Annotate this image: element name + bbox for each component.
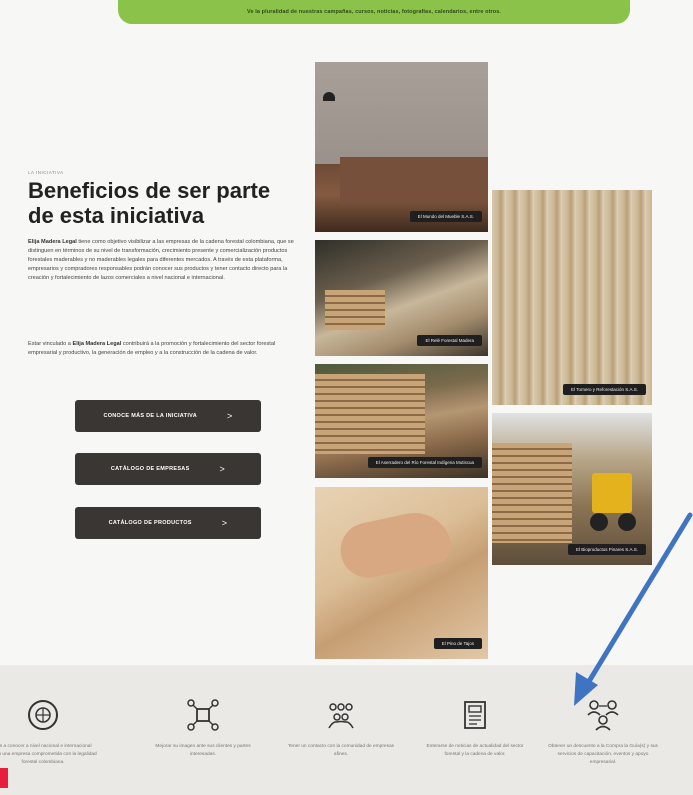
chevron-right-icon: > <box>219 464 226 474</box>
top-banner: Ve la pluralidad de nuestras campañas, c… <box>118 0 630 24</box>
benefit-text: Tener un contacto con la comunidad de em… <box>287 744 395 757</box>
benefit-text: Obtener un descuento a la Compra la Guía… <box>548 744 658 765</box>
benefit-item: Obtener un descuento a la Compra la Guía… <box>548 695 658 767</box>
wood-board-hand-photo[interactable]: El Pino de Tajos <box>315 487 488 659</box>
benefit-item: Las a conocer a nivel nacional e interna… <box>0 695 98 767</box>
conoce-iniciativa-button[interactable]: CONOCE MÁS DE LA INICIATIVA > <box>75 400 261 432</box>
red-edge-marker <box>0 768 8 788</box>
timber-shape <box>325 290 385 330</box>
photo-caption: El Mundo del Mueble S.A.S. <box>409 211 482 222</box>
section-title: Beneficios de ser parte de esta iniciati… <box>28 178 271 228</box>
benefits-strip: Las a conocer a nivel nacional e interna… <box>0 665 693 795</box>
photo-caption: El Bioproductos Pinares S.A.S. <box>567 544 646 555</box>
button-label: CATÁLOGO DE PRODUCTOS <box>108 520 192 526</box>
chevron-right-icon: > <box>227 411 233 421</box>
secondary-paragraph: Estar vinculado a Elija Madera Legal con… <box>28 340 300 358</box>
community-icon <box>321 695 361 735</box>
lumber-loader-photo[interactable]: El Bioproductos Pinares S.A.S. <box>492 413 652 565</box>
newspaper-icon <box>455 695 495 735</box>
wood-rings-photo[interactable]: El Tornero y Reforestación S.A.S. <box>492 190 652 405</box>
photo-caption: El Relé Forestal Madera <box>417 335 482 346</box>
logs-shape <box>315 374 425 454</box>
intro-text: tiene como objetivo visibilizar a las em… <box>28 239 294 281</box>
sideboard-shape <box>340 157 488 202</box>
lumber-stack-shape <box>492 443 572 543</box>
wheel-shape <box>618 513 636 531</box>
people-exchange-icon <box>583 695 623 735</box>
secondary-pre: Estar vinculado a <box>28 341 73 347</box>
benefit-text: Enterarse de noticias de actualidad del … <box>426 744 524 757</box>
photo-caption: El Tornero y Reforestación S.A.S. <box>563 384 646 395</box>
chevron-right-icon: > <box>221 518 228 528</box>
sawmill-photo[interactable]: El Relé Forestal Madera <box>315 240 488 356</box>
living-room-photo[interactable]: El Mundo del Mueble S.A.S. <box>315 62 488 232</box>
network-icon <box>183 695 223 735</box>
brand-name: Elija Madera Legal <box>28 239 77 245</box>
globe-chat-icon <box>23 695 63 735</box>
hand-shape <box>335 506 455 583</box>
catalogo-productos-button[interactable]: CATÁLOGO DE PRODUCTOS > <box>75 507 261 539</box>
wheel-shape <box>590 513 608 531</box>
photo-caption: El Aserradero del Río Forestal Indígena … <box>367 457 482 468</box>
loader-shape <box>592 473 632 513</box>
button-label: CATÁLOGO DE EMPRESAS <box>110 466 190 472</box>
catalogo-empresas-button[interactable]: CATÁLOGO DE EMPRESAS > <box>75 453 261 485</box>
benefit-text: Mejorar su imagen ante sus clientes y pa… <box>155 744 251 757</box>
benefit-item: Enterarse de noticias de actualidad del … <box>420 695 530 759</box>
section-eyebrow: LA INICIATIVA <box>28 170 64 175</box>
button-label: CONOCE MÁS DE LA INICIATIVA <box>103 413 197 419</box>
banner-text: Ve la pluralidad de nuestras campañas, c… <box>246 9 502 15</box>
lamp-shape <box>323 92 335 101</box>
intro-paragraph: Elija Madera Legal tiene como objetivo v… <box>28 238 300 283</box>
logs-worker-photo[interactable]: El Aserradero del Río Forestal Indígena … <box>315 364 488 478</box>
brand-name: Elija Madera Legal <box>72 341 122 347</box>
photo-caption: El Pino de Tajos <box>433 638 482 649</box>
benefit-text: Las a conocer a nivel nacional e interna… <box>0 744 97 765</box>
benefit-item: Tener un contacto con la comunidad de em… <box>286 695 396 759</box>
benefit-item: Mejorar su imagen ante sus clientes y pa… <box>148 695 258 759</box>
